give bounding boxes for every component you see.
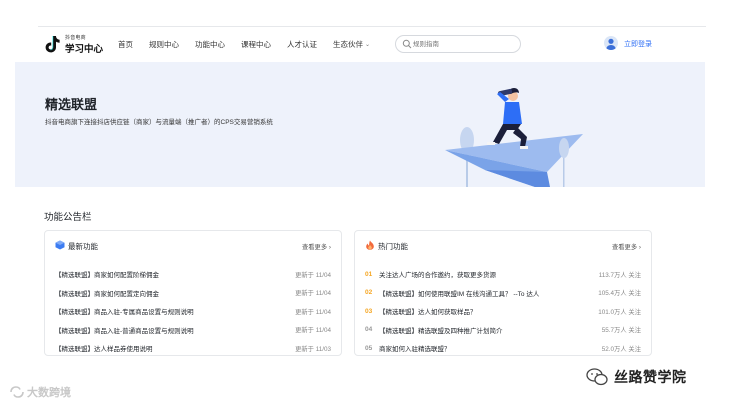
- card-title: 最新功能: [68, 242, 98, 251]
- list-item[interactable]: 05 商家如何入驻精选联盟？ 52.0万人 关注: [365, 339, 641, 358]
- list-item[interactable]: 【精选联盟】达人样品券使用说明 更新于 11/03: [55, 339, 331, 358]
- chevron-down-icon: ⌄: [365, 41, 371, 48]
- item-rank: 01: [365, 270, 373, 278]
- avatar[interactable]: [604, 36, 618, 50]
- search-box[interactable]: [395, 35, 521, 53]
- main-nav: 首页 规则中心 功能中心 课程中心 人才认证 生态伙伴 ⌄: [118, 28, 386, 60]
- item-title: 【精选联盟】精选联盟及四种推广计划简介: [379, 327, 503, 335]
- item-title: 关注达人广场的合作邀约，获取更多货源: [379, 272, 496, 280]
- item-title: 【精选联盟】达人如何获取样品？: [379, 309, 477, 317]
- banner-title: 精选联盟: [45, 97, 98, 112]
- item-followers: 113.7万人 关注: [598, 271, 641, 279]
- watermark-left-text: 大数跨境: [27, 387, 71, 399]
- view-more-link[interactable]: 查看更多 ›: [302, 242, 331, 251]
- section-title: 功能公告栏: [44, 212, 92, 223]
- nav-partners-label: 生态伙伴: [333, 39, 363, 49]
- list-item[interactable]: 【精选联盟】商家如何配置阶梯佣金 更新于 11/04: [55, 265, 331, 284]
- item-title: 【精选联盟】商品入驻-普通商品设置与规则说明: [55, 327, 194, 335]
- list-item[interactable]: 【精选联盟】商品入驻-专属商品设置与规则说明 更新于 11/04: [55, 302, 331, 321]
- item-title: 【精选联盟】商品入驻-专属商品设置与规则说明: [55, 309, 194, 317]
- watermark-logo-icon: [10, 386, 24, 398]
- list-item[interactable]: 【精选联盟】商品入驻-普通商品设置与规则说明 更新于 11/04: [55, 321, 331, 340]
- list-item[interactable]: 01 关注达人广场的合作邀约，获取更多货源 113.7万人 关注: [365, 265, 641, 284]
- item-rank: 03: [365, 307, 373, 315]
- item-title: 【精选联盟】商家如何配置定向佣金: [55, 290, 159, 298]
- item-title: 【精选联盟】商家如何配置阶梯佣金: [55, 272, 159, 280]
- search-icon: [402, 39, 412, 49]
- cube-icon: [55, 240, 65, 250]
- top-divider: [38, 26, 706, 27]
- item-rank: 04: [365, 326, 373, 334]
- flame-icon: [366, 240, 374, 250]
- list-item[interactable]: 04 【精选联盟】精选联盟及四种推广计划简介 55.7万人 关注: [365, 321, 641, 340]
- item-date: 更新于 11/03: [295, 345, 331, 353]
- item-followers: 101.0万人 关注: [598, 308, 641, 316]
- search-input[interactable]: [413, 38, 513, 50]
- list-item[interactable]: 【精选联盟】商家如何配置定向佣金 更新于 11/04: [55, 284, 331, 303]
- nav-courses[interactable]: 课程中心: [241, 39, 271, 50]
- banner-subtitle: 抖音电商旗下连接抖店供应链（商家）与流量端（推广者）的CPS交易营销系统: [45, 119, 273, 126]
- item-followers: 55.7万人 关注: [601, 327, 641, 335]
- list-item[interactable]: 02 【精选联盟】如何使用联盟IM 在线沟通工具？ --To 达人 105.4万人 …: [365, 284, 641, 303]
- card-title: 热门功能: [378, 242, 408, 251]
- watermark-left: 大数跨境: [10, 383, 71, 401]
- watermark-right-text: 丝路赞学院: [614, 369, 687, 385]
- hot-features-card: 热门功能 查看更多 › 01 关注达人广场的合作邀约，获取更多货源 113.7万人 …: [354, 230, 652, 356]
- item-followers: 105.4万人 关注: [598, 290, 641, 298]
- logo-title: 学习中心: [65, 44, 104, 55]
- card-header: 热门功能 查看更多 ›: [355, 231, 651, 259]
- user-avatar-icon: [606, 38, 616, 50]
- item-title: 【精选联盟】达人样品券使用说明: [55, 346, 153, 354]
- item-date: 更新于 11/04: [295, 327, 331, 335]
- hot-list: 01 关注达人广场的合作邀约，获取更多货源 113.7万人 关注 02 【精选联盟】如…: [365, 265, 641, 358]
- list-item[interactable]: 03 【精选联盟】达人如何获取样品？ 101.0万人 关注: [365, 302, 641, 321]
- nav-home[interactable]: 首页: [118, 39, 133, 50]
- hero-banner: 精选联盟 抖音电商旗下连接抖店供应链（商家）与流量端（推广者）的CPS交易营销系…: [15, 62, 705, 187]
- login-link[interactable]: 立即登录: [624, 39, 652, 49]
- item-title: 商家如何入驻精选联盟？: [379, 346, 451, 354]
- view-more-link[interactable]: 查看更多 ›: [612, 242, 641, 251]
- nav-features[interactable]: 功能中心: [195, 39, 225, 50]
- nav-certification[interactable]: 人才认证: [287, 39, 317, 50]
- latest-features-card: 最新功能 查看更多 › 【精选联盟】商家如何配置阶梯佣金 更新于 11/04 【精…: [44, 230, 342, 356]
- logo[interactable]: 抖音电商 学习中心: [44, 32, 104, 56]
- watermark-right: 丝路赞学院: [586, 364, 687, 390]
- item-date: 更新于 11/04: [295, 308, 331, 316]
- wechat-icon: [586, 368, 608, 386]
- item-date: 更新于 11/04: [295, 290, 331, 298]
- nav-rules[interactable]: 规则中心: [149, 39, 179, 50]
- douyin-logo-icon: [45, 36, 60, 53]
- item-followers: 52.0万人 关注: [601, 345, 641, 353]
- explorer-illustration-icon: [445, 88, 583, 187]
- logo-subtitle: 抖音电商: [65, 35, 86, 41]
- latest-list: 【精选联盟】商家如何配置阶梯佣金 更新于 11/04 【精选联盟】商家如何配置定向…: [55, 265, 331, 358]
- item-rank: 05: [365, 344, 373, 352]
- item-title: 【精选联盟】如何使用联盟IM 在线沟通工具？ --To 达人: [379, 290, 540, 298]
- nav-partners[interactable]: 生态伙伴 ⌄: [333, 39, 370, 50]
- card-header: 最新功能 查看更多 ›: [45, 231, 341, 259]
- item-rank: 02: [365, 289, 373, 297]
- site-header: 抖音电商 学习中心 首页 规则中心 功能中心 课程中心 人才认证 生态伙伴 ⌄ …: [38, 28, 706, 60]
- item-date: 更新于 11/04: [295, 271, 331, 279]
